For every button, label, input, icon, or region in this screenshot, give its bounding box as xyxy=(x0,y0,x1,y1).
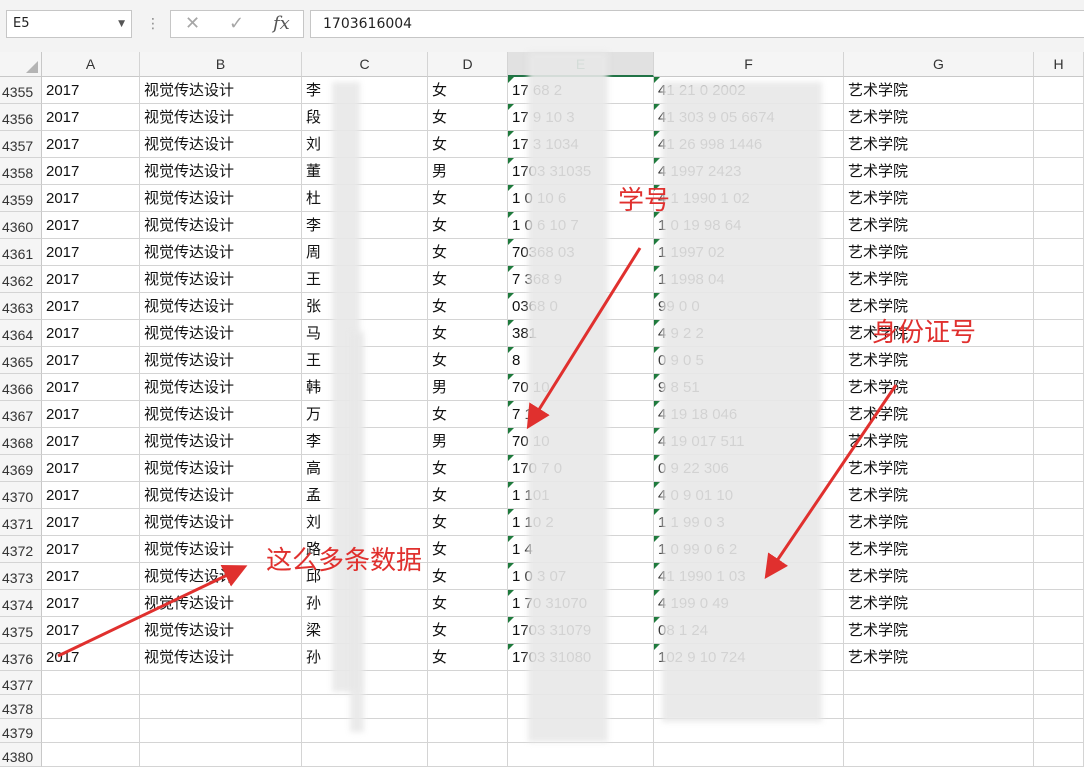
annotation-arrows xyxy=(57,247,898,658)
arrow-id-card xyxy=(764,384,898,579)
arrow-many-records xyxy=(57,564,248,658)
arrow-student-id xyxy=(526,247,642,430)
annotation-id-card: 身份证号 xyxy=(872,318,977,348)
annotation-many-records: 这么多条数据 xyxy=(266,546,423,576)
annotation-student-id: 学号 xyxy=(618,186,671,216)
